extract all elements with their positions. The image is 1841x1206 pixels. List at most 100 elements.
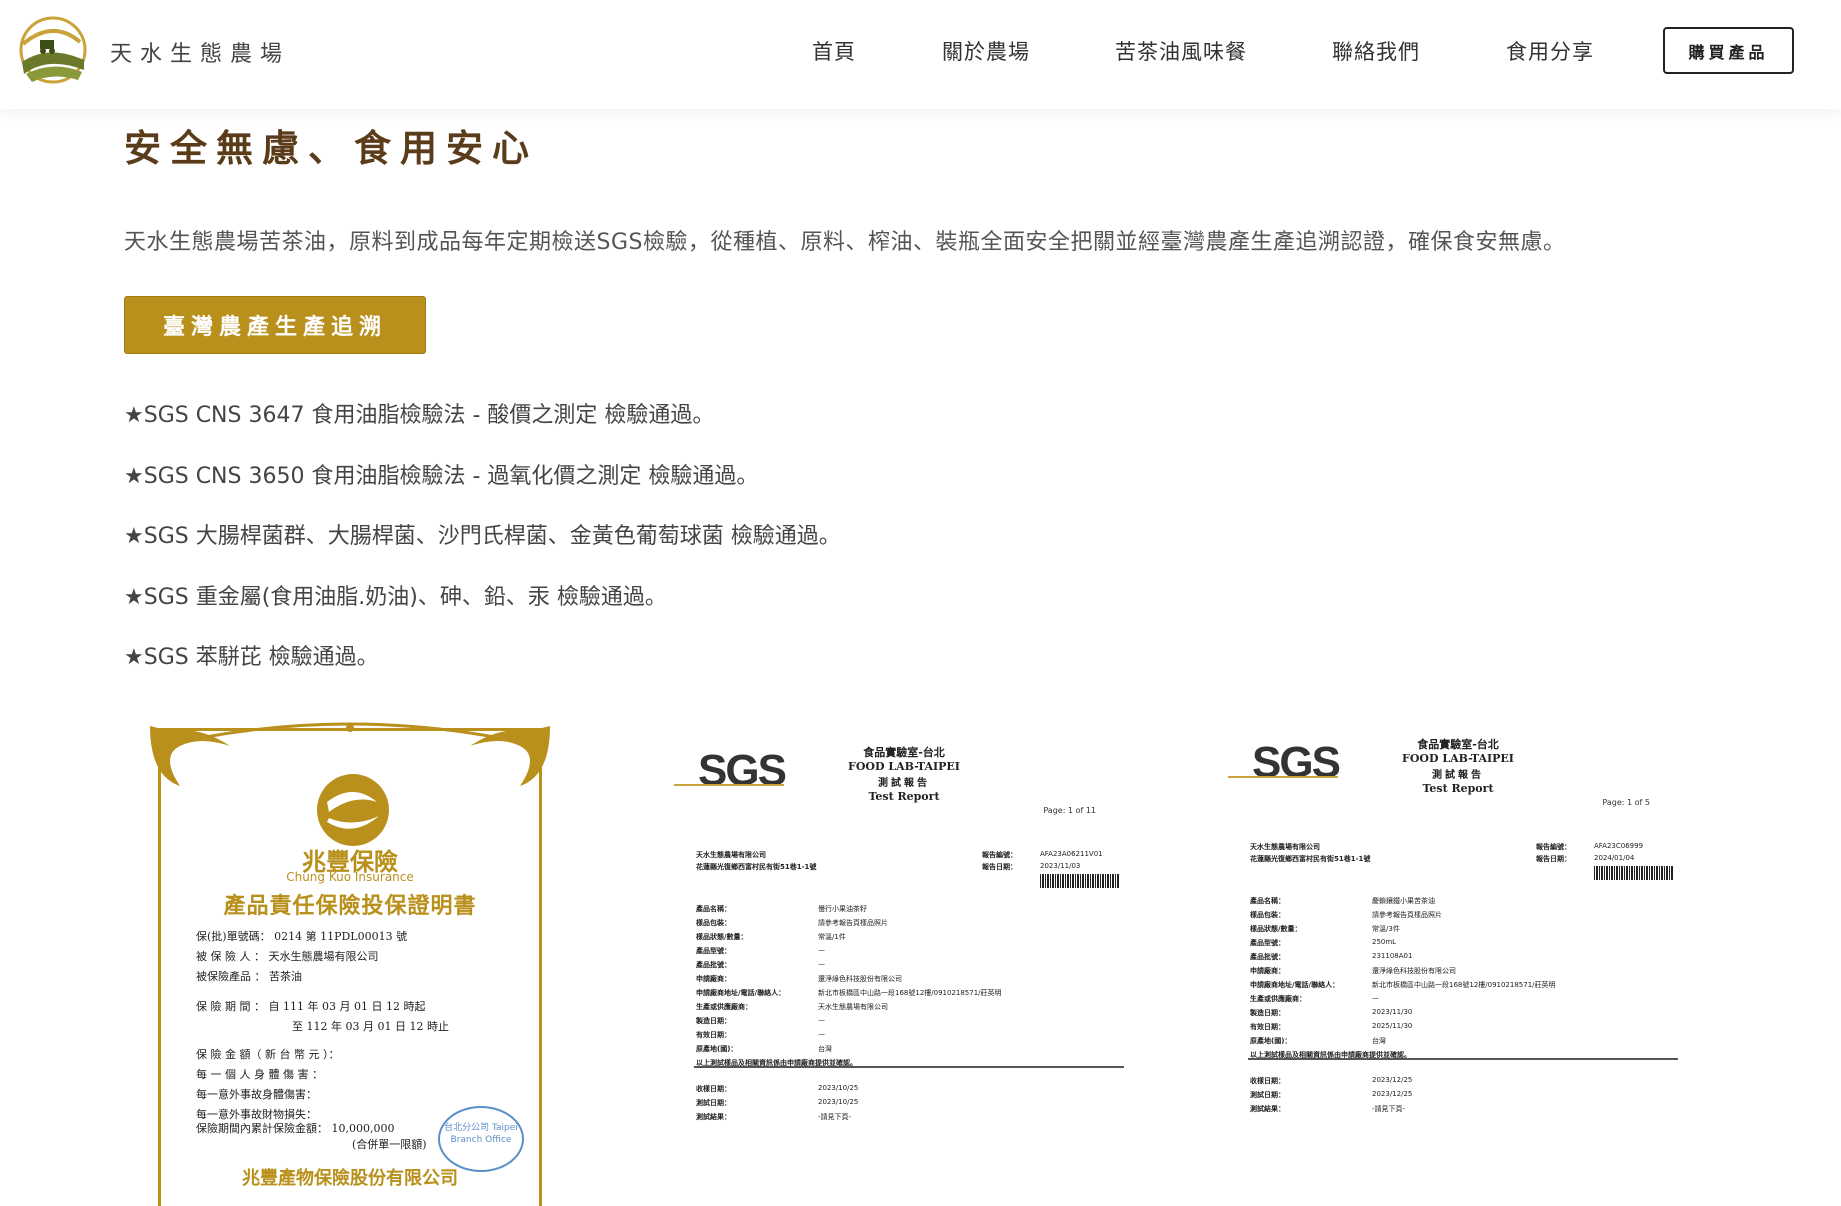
field-label: 有效日期：	[1250, 1023, 1285, 1031]
field-value: —	[818, 946, 825, 954]
field-label: 產品批號：	[1250, 953, 1285, 961]
report-number-label: 報告編號：	[1536, 843, 1571, 851]
field-label: 測試日期：	[696, 1099, 731, 1107]
field-value: 231108A01	[1372, 952, 1413, 960]
report-date: 2023/11/03	[1040, 862, 1081, 870]
buy-products-button[interactable]: 購買產品	[1663, 27, 1794, 74]
field-value: —	[818, 1016, 825, 1024]
field-label: 測試結果：	[696, 1113, 731, 1121]
farm-logo-icon[interactable]	[18, 14, 88, 86]
field-label: 產品批號：	[696, 961, 731, 969]
field-label: 產品型號：	[1250, 939, 1285, 947]
chung-kuo-logo-icon	[317, 774, 389, 846]
field-value: 還淨綠色科技股份有限公司	[1372, 967, 1456, 975]
field-value: 請參考報告頁樣品照片	[818, 919, 888, 927]
nav-about[interactable]: 關於農場	[942, 36, 1030, 66]
field-value: 常溫/1件	[818, 933, 846, 941]
field-value: 台灣	[818, 1045, 832, 1053]
branch-seal: 台北分公司 Taipei Branch Office	[438, 1106, 524, 1172]
nav-contact[interactable]: 聯絡我們	[1332, 36, 1420, 66]
sgs-logo: SGS	[1252, 738, 1341, 787]
divider	[1248, 1058, 1678, 1060]
barcode-icon	[1594, 866, 1674, 880]
check-item-peroxide: ★SGS CNS 3650 食用油脂檢驗法 - 過氧化價之測定 檢驗通過。	[124, 464, 759, 489]
field-value: 新北市板橋區中山路一段168號12樓/0910218571/莊英明	[1372, 981, 1556, 989]
field-value: 2023/10/25	[818, 1098, 859, 1106]
field-value: 常溫/3件	[1372, 925, 1400, 933]
field-value: 台灣	[1372, 1037, 1386, 1045]
field-label: 原產地(國)：	[696, 1045, 738, 1053]
traceability-button[interactable]: 臺灣農產生產追溯	[124, 296, 426, 354]
policy-period-start: 保 險 期 間 ： 自 111 年 03 月 01 日 12 時起	[196, 1000, 426, 1013]
sgs-report-image[interactable]: SGS 食品實驗室-台北 FOOD LAB-TAIPEI 測試報告 Test R…	[1228, 724, 1688, 1124]
combined-limit-note: (合併單一限額)	[352, 1138, 427, 1151]
insurer-name-english: Chung Kuo Insurance	[286, 870, 414, 884]
page-number: Page: 1 of 11	[1043, 806, 1096, 815]
field-value: 請參考報告頁樣品照片	[1372, 911, 1442, 919]
report-type-zh: 測試報告	[1432, 770, 1484, 781]
field-label: 生產或供應廠商：	[696, 1003, 752, 1011]
logo-underline	[674, 784, 784, 786]
bodily-injury-accident: 每一意外事故身體傷害：	[196, 1088, 317, 1101]
sgs-report-image[interactable]: SGS 食品實驗室-台北 FOOD LAB-TAIPEI 測試報告 Test R…	[674, 732, 1134, 1132]
lab-name-zh: 食品實驗室-台北	[1417, 738, 1499, 751]
field-label: 樣品包裝：	[696, 919, 731, 927]
field-value: —	[818, 960, 825, 968]
insured-product: 被保險產品 ： 苦茶油	[196, 970, 302, 983]
field-label: 產品名稱：	[1250, 897, 1285, 905]
report-number-label: 報告編號：	[982, 851, 1017, 859]
field-label: 申請廠商：	[696, 975, 731, 983]
client-name: 天水生態農場有限公司	[696, 851, 766, 859]
check-item-heavy-metals: ★SGS 重金屬(食用油脂.奶油)、砷、鉛、汞 檢驗通過。	[124, 585, 667, 610]
field-label: 製造日期：	[696, 1017, 731, 1025]
section-title: 安全無慮、食用安心	[124, 126, 538, 170]
field-value: —	[1372, 994, 1379, 1002]
aggregate-limit: 保險期間內累計保險金額： 10,000,000	[196, 1122, 395, 1135]
nav-sharing[interactable]: 食用分享	[1506, 36, 1594, 66]
field-value: —	[818, 1030, 825, 1038]
field-label: 測試日期：	[1250, 1091, 1285, 1099]
lab-name-en: FOOD LAB-TAIPEI	[848, 760, 960, 773]
barcode-icon	[1040, 874, 1120, 888]
field-label: 樣品狀態/數量：	[696, 933, 748, 941]
nav-home[interactable]: 首頁	[812, 36, 856, 66]
field-value: 慶鎖鑲鐵小果苦茶油	[1372, 897, 1435, 905]
policy-number: 保(批)單號碼： 0214 第 11PDL00013 號	[196, 930, 408, 943]
report-date: 2024/01/04	[1594, 854, 1635, 862]
report-number: AFA23C06999	[1594, 842, 1644, 850]
insured-amount-header: 保 險 金 額（ 新 台 幣 元 ）：	[196, 1048, 340, 1061]
field-value: 還淨綠色科技股份有限公司	[818, 975, 902, 983]
field-value: 新北市板橋區中山路一段168號12樓/0910218571/莊英明	[818, 989, 1002, 997]
field-value: -請見下頁-	[818, 1113, 852, 1121]
insurance-certificate-image[interactable]: 兆豐保險 Chung Kuo Insurance 產品責任保險投保證明書 保(批…	[140, 716, 560, 1206]
report-date-label: 報告日期：	[1536, 855, 1571, 863]
field-label: 測試結果：	[1250, 1105, 1285, 1113]
nav-menu[interactable]: 苦茶油風味餐	[1115, 36, 1247, 66]
field-label: 製造日期：	[1250, 1009, 1285, 1017]
bodily-injury-person: 每 一 個 人 身 體 傷 害 ：	[196, 1068, 323, 1081]
report-type-zh: 測試報告	[878, 778, 930, 789]
field-label: 申請廠商地址/電話/聯絡人：	[1250, 981, 1340, 989]
sgs-logo: SGS	[698, 746, 787, 795]
field-label: 產品名稱：	[696, 905, 731, 913]
brand-name[interactable]: 天水生態農場	[110, 36, 290, 68]
field-label: 產品型號：	[696, 947, 731, 955]
intro-text: 天水生態農場苦茶油，原料到成品每年定期檢送SGS檢驗，從種植、原料、榨油、裝瓶全…	[124, 230, 1566, 255]
check-item-bacteria: ★SGS 大腸桿菌群、大腸桿菌、沙門氏桿菌、金黃色葡萄球菌 檢驗通過。	[124, 524, 841, 549]
page-number: Page: 1 of 5	[1602, 798, 1650, 807]
field-value: 天水生態農場有限公司	[818, 1003, 888, 1011]
client-name: 天水生態農場有限公司	[1250, 843, 1320, 851]
client-address: 花蓮縣光復鄉西富村民有街51巷1-1號	[1250, 855, 1371, 863]
field-label: 收樣日期：	[696, 1085, 731, 1093]
field-value: 250mL	[1372, 938, 1397, 946]
field-label: 原產地(國)：	[1250, 1037, 1292, 1045]
insured-name: 被 保 險 人 ： 天水生態農場有限公司	[196, 950, 379, 963]
field-value: 2023/11/30	[1372, 1008, 1413, 1016]
lab-name-zh: 食品實驗室-台北	[863, 746, 945, 759]
report-date-label: 報告日期：	[982, 863, 1017, 871]
check-item-acid: ★SGS CNS 3647 食用油脂檢驗法 - 酸價之測定 檢驗通過。	[124, 403, 715, 428]
check-item-benzopyrene: ★SGS 苯駢芘 檢驗通過。	[124, 645, 379, 670]
field-value: -請見下頁-	[1372, 1105, 1406, 1113]
field-label: 申請廠商地址/電話/聯絡人：	[696, 989, 786, 997]
insurer-company: 兆豐產物保險股份有限公司	[242, 1168, 458, 1189]
